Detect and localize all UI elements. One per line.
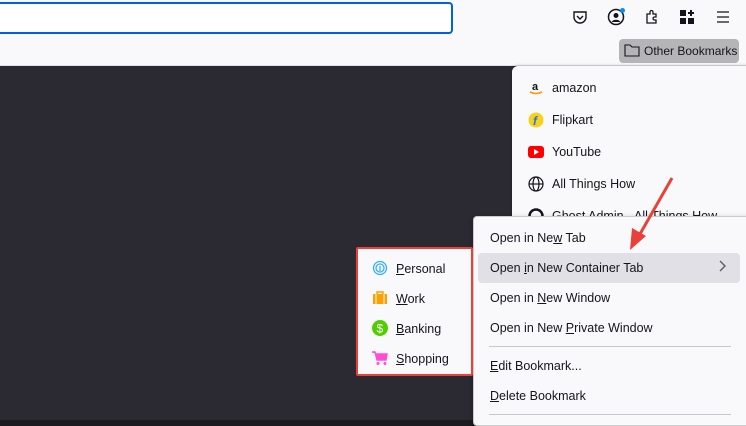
annotation-arrow <box>630 177 674 250</box>
